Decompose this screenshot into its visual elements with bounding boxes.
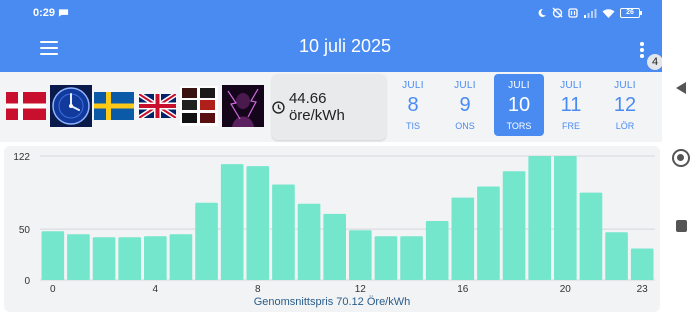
x-tick-label: 12 [355, 284, 367, 295]
day-number: 11 [560, 94, 582, 116]
x-tick-label: 23 [637, 284, 649, 295]
navigation-strip: 44.66 öre/kWh JULI 8 TIS JULI 9 ONS JULI 10 TORS… [0, 72, 662, 142]
bar-hour-16 [451, 197, 475, 280]
x-tick-label: 8 [255, 284, 261, 295]
app-bar: 0:29 26 10 juli 2025 4 [0, 0, 663, 72]
day-month: JULI [454, 80, 476, 91]
denmark-flag-icon [6, 92, 46, 120]
x-tick-label: 4 [153, 284, 159, 295]
status-icons: 26 [537, 7, 642, 18]
bar-hour-23 [630, 248, 654, 280]
bar-hour-22 [605, 232, 628, 280]
chart-caption: Genomsnittspris 70.12 Öre/kWh [254, 296, 411, 308]
bar-hour-19 [528, 156, 551, 280]
day-11[interactable]: JULI 11 FRE [546, 74, 596, 136]
day-12[interactable]: JULI 12 LÖR [600, 74, 650, 136]
day-10[interactable]: JULI 10 TORS [494, 74, 544, 136]
current-price-text: 44.66 öre/kWh [288, 90, 345, 124]
day-month: JULI [508, 80, 530, 91]
page-title: 10 juli 2025 [298, 36, 392, 56]
day-number: 10 [507, 94, 531, 116]
day-month: JULI [614, 80, 636, 91]
lightning-figure-button[interactable] [222, 85, 264, 127]
app-root: 0:29 26 10 juli 2025 4 44.66 öre/kWh JUL… [0, 0, 700, 315]
clock-button[interactable] [50, 85, 92, 127]
alarm-off-icon [552, 7, 563, 18]
bar-hour-12 [349, 230, 372, 280]
message-notification-icon [58, 9, 69, 17]
hourly-price-chart: 0 50 122 0 4 8 12 16 20 23 Genomsnittspris 70.12 Ö… [13, 152, 655, 308]
uk-flag-icon [139, 94, 176, 118]
bar-hour-21 [579, 192, 603, 280]
home-icon[interactable] [672, 149, 690, 167]
bar-hour-6 [195, 202, 218, 280]
day-weekday: LÖR [615, 121, 635, 131]
current-price-button[interactable]: 44.66 öre/kWh [272, 74, 386, 140]
lightning-figure-icon [222, 85, 264, 127]
x-tick-label: 0 [50, 284, 56, 295]
day-weekday: FRE [562, 121, 580, 131]
product-collage-button[interactable] [180, 86, 218, 126]
battery-icon: 26 [620, 7, 642, 18]
bar-hour-0 [41, 231, 65, 280]
bar-hour-1 [67, 234, 90, 280]
day-weekday: TIS [405, 121, 420, 131]
bar-hour-17 [477, 186, 500, 280]
product-collage-icon [180, 86, 218, 126]
wifi-icon [602, 8, 615, 18]
nfc-icon [568, 7, 578, 18]
x-tick-label: 16 [457, 284, 469, 295]
y-tick-label: 50 [19, 225, 31, 236]
do-not-disturb-moon-icon [538, 8, 546, 17]
bar-hour-20 [554, 156, 577, 280]
notification-badge: 4 [647, 54, 663, 70]
recents-icon[interactable] [676, 220, 687, 232]
bar-hour-7 [220, 164, 244, 280]
day-number: 8 [407, 94, 419, 116]
day-number: 12 [613, 94, 637, 116]
bar-hour-5 [169, 234, 193, 280]
day-weekday: TORS [506, 121, 532, 131]
bar-hour-13 [374, 236, 398, 280]
uk-flag-button[interactable] [139, 94, 176, 118]
bar-hour-15 [425, 221, 449, 280]
status-time: 0:29 [33, 7, 56, 19]
back-icon[interactable] [675, 81, 687, 95]
sweden-flag-icon [94, 92, 134, 120]
bar-hour-11 [323, 213, 346, 280]
denmark-flag-button[interactable] [6, 92, 46, 120]
day-number: 9 [459, 94, 471, 116]
bar-hour-2 [92, 237, 116, 280]
day-month: JULI [560, 80, 582, 91]
more-options-icon[interactable] [640, 42, 644, 58]
clock-icon [50, 85, 92, 127]
y-tick-label: 0 [24, 276, 30, 287]
bar-hour-3 [118, 237, 141, 280]
bar-hour-8 [246, 166, 270, 280]
bar-hour-4 [144, 236, 167, 280]
bar-hour-10 [297, 203, 321, 280]
bar-hour-9 [272, 184, 295, 280]
y-tick-label: 122 [13, 152, 30, 163]
day-9[interactable]: JULI 9 ONS [440, 74, 490, 136]
day-weekday: ONS [455, 121, 475, 131]
bar-hour-18 [502, 171, 526, 280]
price-chart-card: 0 50 122 0 4 8 12 16 20 23 Genomsnittspris 70.12 Ö… [4, 146, 660, 312]
bar-hour-14 [400, 236, 423, 280]
status-bar: 0:29 26 [0, 0, 662, 28]
clock-outline-icon [272, 100, 285, 114]
sweden-flag-button[interactable] [94, 92, 134, 120]
x-tick-label: 20 [560, 284, 572, 295]
signal-strength-icon [584, 8, 597, 18]
day-8[interactable]: JULI 8 TIS [388, 74, 438, 136]
day-month: JULI [402, 80, 424, 91]
